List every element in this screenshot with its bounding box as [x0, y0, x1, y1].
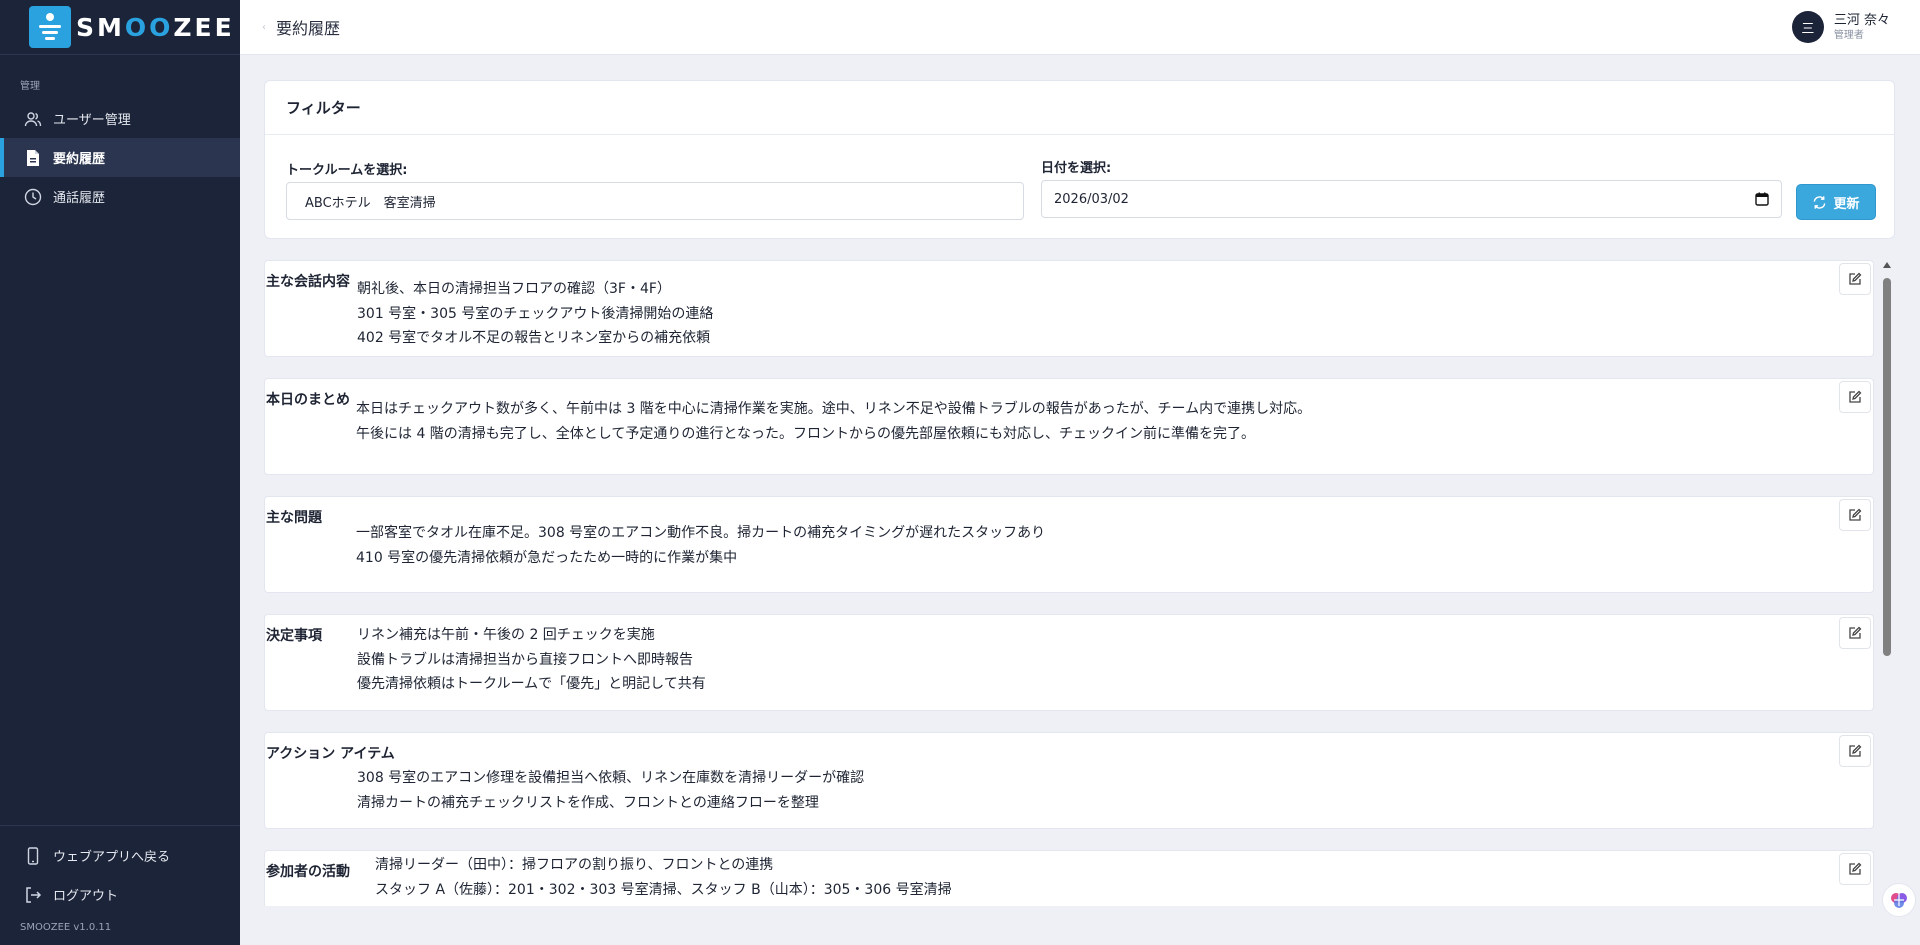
- user-role: 管理者: [1833, 29, 1864, 41]
- sidebar: SMOOZEE 管理 ユーザー管理 要約履歴 通話履歴 ウェブアプリへ戻る ログ…: [0, 0, 240, 945]
- clock-icon: [22, 186, 44, 208]
- breadcrumb-separator-icon: ‹: [262, 21, 266, 33]
- summary-line: 402 号室でタオル不足の報告とリネン室からの補充依頼: [357, 330, 711, 346]
- summary-line: 午後には 4 階の清掃も完了し、全体として予定通りの進行となった。フロントからの…: [356, 425, 1255, 442]
- edit-button[interactable]: [1839, 263, 1871, 295]
- summary-line: 清掃カートの補充チェックリストを作成、フロントとの連絡フローを整理: [357, 794, 819, 811]
- summary-line: 清掃リーダー（田中）：掃フロアの割り振り、フロントとの連携: [375, 857, 774, 873]
- logo-icon: [29, 6, 71, 48]
- section-label-admin: 管理: [20, 81, 40, 92]
- date-label: 日付を選択:: [1041, 161, 1112, 176]
- summary-card-main-issues: 主な問題 一部客室でタオル在庫不足。308 号室のエアコン動作不良。掃カートの補…: [264, 496, 1874, 593]
- brand-name: SMOOZEE: [76, 12, 235, 42]
- summary-card-action-items: アクション アイテム 308 号室のエアコン修理を設備担当へ依頼、リネン在庫数を…: [264, 732, 1874, 829]
- brand-logo[interactable]: SMOOZEE: [0, 0, 240, 55]
- sidebar-footer: ウェブアプリへ戻る ログアウト SMOOZEE v1.0.11: [0, 825, 240, 945]
- summary-card-participant-activity: 参加者の活動 清掃リーダー（田中）：掃フロアの割り振り、フロントとの連携 スタッ…: [264, 850, 1874, 906]
- summary-body: 朝礼後、本日の清掃担当フロアの確認（3F・4F） 301 号室・305 号室のチ…: [357, 277, 713, 351]
- summary-title: アクション アイテム: [266, 746, 395, 762]
- summary-body: 308 号室のエアコン修理を設備担当へ依頼、リネン在庫数を清掃リーダーが確認 清…: [357, 766, 864, 815]
- summary-line: 410 号室の優先清掃依頼が急だったため一時的に作業が集中: [356, 549, 738, 566]
- summary-line: 308 号室のエアコン修理を設備担当へ依頼、リネン在庫数を清掃リーダーが確認: [357, 770, 865, 786]
- summary-line: 一部客室でタオル在庫不足。308 号室のエアコン動作不良。掃カートの補充タイミン…: [356, 525, 1046, 541]
- talkroom-select[interactable]: ABCホテル 客室清掃: [286, 182, 1024, 220]
- scroll-up-arrow-icon[interactable]: [1883, 262, 1891, 268]
- assistant-floating-button[interactable]: [1882, 883, 1916, 917]
- talkroom-value: ABCホテル 客室清掃: [305, 195, 436, 211]
- summary-title: 決定事項: [266, 628, 322, 644]
- summary-title: 主な会話内容: [266, 274, 350, 290]
- summary-line: 本日はチェックアウト数が多く、午前中は 3 階を中心に清掃作業を実施。途中、リネ…: [356, 401, 1312, 417]
- document-icon: [22, 147, 44, 169]
- summary-line: 301 号室・305 号室のチェックアウト後清掃開始の連絡: [357, 305, 714, 322]
- summary-line: 設備トラブルは清掃担当から直接フロントへ即時報告: [357, 651, 693, 668]
- summary-list[interactable]: 主な会話内容 朝礼後、本日の清掃担当フロアの確認（3F・4F） 301 号室・3…: [264, 258, 1874, 906]
- edit-icon: [1848, 272, 1862, 286]
- edit-icon: [1848, 862, 1862, 876]
- summary-body: 清掃リーダー（田中）：掃フロアの割り振り、フロントとの連携 スタッフ A（佐藤）…: [375, 853, 952, 902]
- summary-card-main-conversation: 主な会話内容 朝礼後、本日の清掃担当フロアの確認（3F・4F） 301 号室・3…: [264, 260, 1874, 357]
- refresh-label: 更新: [1833, 196, 1860, 212]
- logout-icon: [22, 884, 44, 906]
- user-name: 三河 奈々: [1833, 12, 1890, 28]
- refresh-button[interactable]: 更新: [1796, 184, 1876, 220]
- logout-button[interactable]: ログアウト: [0, 875, 240, 914]
- back-to-webapp-link[interactable]: ウェブアプリへ戻る: [0, 836, 240, 875]
- avatar: 三: [1791, 11, 1824, 43]
- summary-body: リネン補充は午前・午後の 2 回チェックを実施 設備トラブルは清掃担当から直接フ…: [357, 623, 706, 697]
- sidebar-item-users[interactable]: ユーザー管理: [0, 99, 240, 138]
- date-input[interactable]: 2026/03/02: [1041, 180, 1782, 218]
- edit-button[interactable]: [1839, 381, 1871, 413]
- summary-line: スタッフ A（佐藤）：201・302・303 号室清掃、スタッフ B（山本）：3…: [375, 881, 952, 898]
- summary-body: 本日はチェックアウト数が多く、午前中は 3 階を中心に清掃作業を実施。途中、リネ…: [356, 397, 1311, 446]
- calendar-icon[interactable]: [1755, 192, 1769, 210]
- sidebar-item-label: ユーザー管理: [53, 113, 131, 128]
- phone-icon: [22, 845, 44, 867]
- sidebar-item-label: 要約履歴: [53, 152, 106, 167]
- top-header: ‹ 要約履歴 三 三河 奈々 管理者: [240, 0, 1920, 55]
- sidebar-item-call-history[interactable]: 通話履歴: [0, 177, 240, 216]
- summary-title: 本日のまとめ: [266, 392, 350, 408]
- edit-button[interactable]: [1839, 499, 1871, 531]
- user-menu[interactable]: 三 三河 奈々 管理者: [1791, 11, 1890, 43]
- date-value: 2026/03/02: [1054, 191, 1129, 207]
- summary-line: 朝礼後、本日の清掃担当フロアの確認（3F・4F）: [357, 281, 671, 297]
- edit-button[interactable]: [1839, 617, 1871, 649]
- edit-button[interactable]: [1839, 853, 1871, 885]
- version-label: SMOOZEE v1.0.11: [20, 922, 112, 933]
- edit-icon: [1848, 744, 1862, 758]
- summary-title: 主な問題: [266, 510, 322, 526]
- filter-title: フィルター: [265, 81, 1894, 135]
- summary-body: 一部客室でタオル在庫不足。308 号室のエアコン動作不良。掃カートの補充タイミン…: [356, 521, 1045, 570]
- edit-button[interactable]: [1839, 735, 1871, 767]
- sidebar-item-summary-history[interactable]: 要約履歴: [0, 138, 240, 177]
- summary-card-today-summary: 本日のまとめ 本日はチェックアウト数が多く、午前中は 3 階を中心に清掃作業を実…: [264, 378, 1874, 475]
- scroll-thumb[interactable]: [1883, 278, 1891, 656]
- summary-title: 参加者の活動: [266, 864, 350, 880]
- footer-item-label: ウェブアプリへ戻る: [53, 850, 171, 865]
- edit-icon: [1848, 390, 1862, 404]
- sidebar-item-label: 通話履歴: [53, 191, 106, 206]
- summary-scrollbar[interactable]: [1881, 262, 1893, 906]
- edit-icon: [1848, 508, 1862, 522]
- users-icon: [22, 108, 44, 130]
- edit-icon: [1848, 626, 1862, 640]
- talkroom-label: トークルームを選択:: [286, 163, 408, 178]
- summary-line: リネン補充は午前・午後の 2 回チェックを実施: [357, 627, 655, 643]
- summary-line: 優先清掃依頼はトークルームで「優先」と明記して共有: [357, 676, 706, 692]
- brain-icon: [1889, 890, 1909, 910]
- page-title: 要約履歴: [276, 19, 341, 38]
- summary-card-decisions: 決定事項 リネン補充は午前・午後の 2 回チェックを実施 設備トラブルは清掃担当…: [264, 614, 1874, 711]
- filter-card: フィルター トークルームを選択: ABCホテル 客室清掃 日付を選択: 2026…: [264, 80, 1895, 239]
- footer-item-label: ログアウト: [53, 889, 119, 904]
- refresh-icon: [1812, 195, 1827, 210]
